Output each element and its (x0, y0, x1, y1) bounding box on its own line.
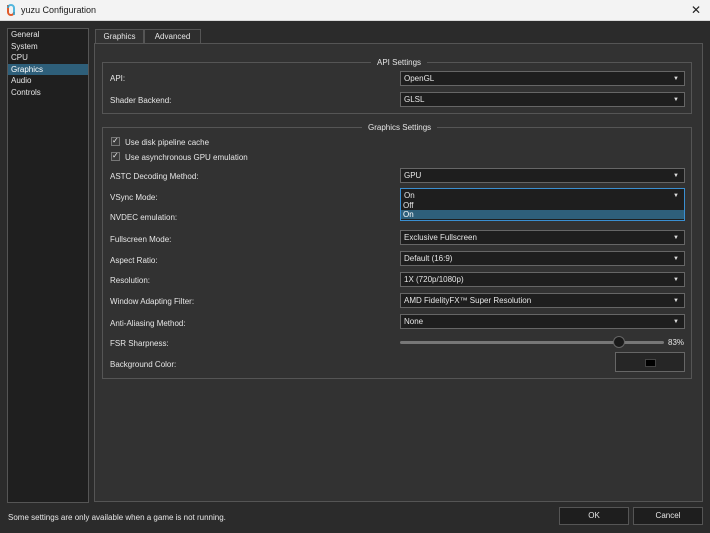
chevron-down-icon: ▼ (673, 97, 679, 103)
shader-backend-combo[interactable]: GLSL ▼ (400, 92, 685, 107)
api-combo[interactable]: OpenGL ▼ (400, 71, 685, 86)
vsync-option-on[interactable]: On (401, 210, 684, 219)
cancel-button[interactable]: Cancel (633, 507, 703, 525)
anti-aliasing-value: None (404, 317, 424, 326)
resolution-combo[interactable]: 1X (720p/1080p) ▼ (400, 272, 685, 287)
api-settings-legend: API Settings (371, 58, 428, 67)
api-label: API: (110, 74, 126, 83)
chevron-down-icon: ▼ (673, 256, 679, 262)
close-icon[interactable]: ✕ (688, 2, 704, 18)
title-bar: yuzu Configuration ✕ (0, 0, 710, 21)
ok-button[interactable]: OK (559, 507, 629, 525)
shader-backend-label: Shader Backend: (110, 96, 172, 105)
chevron-down-icon: ▼ (673, 235, 679, 241)
graphics-settings-legend: Graphics Settings (362, 123, 438, 132)
fullscreen-label: Fullscreen Mode: (110, 235, 172, 244)
sidebar-item-audio[interactable]: Audio (8, 75, 88, 87)
chevron-down-icon: ▼ (673, 173, 679, 179)
fullscreen-combo[interactable]: Exclusive Fullscreen ▼ (400, 230, 685, 245)
window-filter-label: Window Adapting Filter: (110, 297, 195, 306)
sidebar-item-controls[interactable]: Controls (8, 87, 88, 99)
async-gpu-checkbox[interactable] (111, 151, 120, 161)
background-color-button[interactable] (615, 352, 685, 372)
anti-aliasing-combo[interactable]: None ▼ (400, 314, 685, 329)
resolution-value: 1X (720p/1080p) (404, 275, 464, 284)
aspect-ratio-combo[interactable]: Default (16:9) ▼ (400, 251, 685, 266)
window-filter-combo[interactable]: AMD FidelityFX™ Super Resolution ▼ (400, 293, 685, 308)
sidebar-item-general[interactable]: General (8, 29, 88, 41)
astc-value: GPU (404, 171, 422, 180)
vsync-label: VSync Mode: (110, 193, 158, 202)
astc-label: ASTC Decoding Method: (110, 172, 199, 181)
aspect-ratio-label: Aspect Ratio: (110, 256, 158, 265)
chevron-down-icon: ▼ (673, 319, 679, 325)
anti-aliasing-label: Anti-Aliasing Method: (110, 319, 186, 328)
tab-advanced[interactable]: Advanced (144, 29, 201, 44)
fsr-sharpness-label: FSR Sharpness: (110, 339, 169, 348)
astc-combo[interactable]: GPU ▼ (400, 168, 685, 183)
resolution-label: Resolution: (110, 276, 151, 285)
background-color-label: Background Color: (110, 360, 177, 369)
sidebar-item-graphics[interactable]: Graphics (8, 63, 88, 75)
window-title: yuzu Configuration (21, 5, 97, 15)
background-color-swatch (645, 359, 656, 367)
window-filter-value: AMD FidelityFX™ Super Resolution (404, 296, 532, 305)
sidebar: General System CPU Graphics Audio Contro… (7, 28, 89, 503)
chevron-down-icon: ▼ (673, 76, 679, 82)
fsr-sharpness-slider-handle[interactable] (613, 336, 626, 348)
vsync-value: On (404, 191, 415, 200)
shader-backend-value: GLSL (404, 95, 425, 104)
chevron-down-icon: ▼ (673, 277, 679, 283)
disk-pipeline-cache-label: Use disk pipeline cache (125, 138, 210, 147)
chevron-down-icon: ▼ (673, 298, 679, 304)
sidebar-item-system[interactable]: System (8, 41, 88, 53)
vsync-option-off[interactable]: Off (401, 201, 684, 210)
disk-pipeline-cache-checkbox[interactable] (111, 136, 120, 146)
vsync-dropdown-list: Off On (400, 201, 685, 221)
fsr-sharpness-value: 83% (668, 338, 685, 347)
sidebar-item-cpu[interactable]: CPU (8, 52, 88, 64)
nvdec-label: NVDEC emulation: (110, 213, 178, 222)
yuzu-app-icon (7, 4, 15, 16)
status-message: Some settings are only available when a … (8, 513, 226, 522)
fullscreen-value: Exclusive Fullscreen (404, 233, 477, 242)
async-gpu-label: Use asynchronous GPU emulation (125, 153, 248, 162)
aspect-ratio-value: Default (16:9) (404, 254, 453, 263)
api-value: OpenGL (404, 74, 435, 83)
